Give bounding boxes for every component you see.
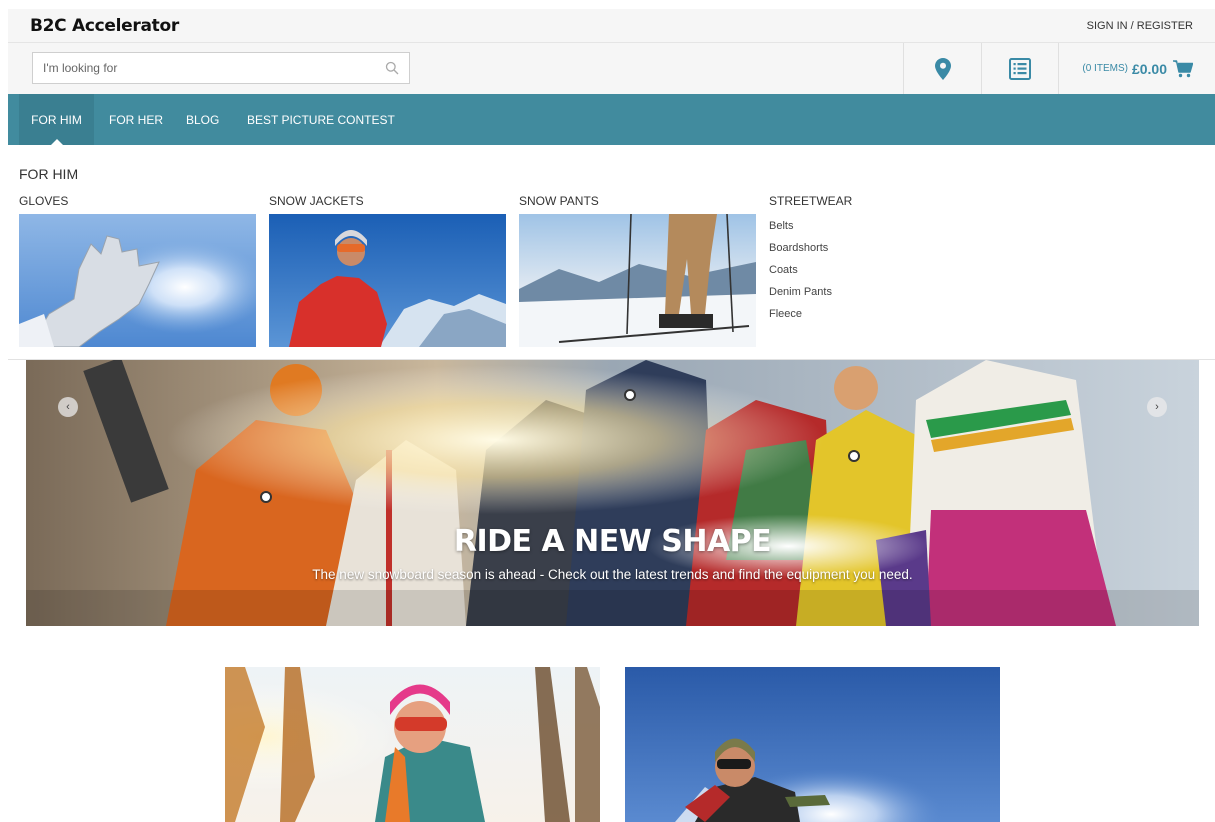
promo-image-snowboarder [625,667,1000,822]
category-link-snow-jackets[interactable]: SNOW JACKETS [269,194,364,208]
category-link-streetwear[interactable]: STREETWEAR [769,194,852,208]
chevron-left-icon: ‹ [66,401,70,413]
quick-order-button[interactable] [981,43,1058,94]
top-bar: B2C Accelerator SIGN IN / REGISTER [8,9,1215,43]
promo-image-skier-woman [225,667,600,822]
nav-item-label: FOR HIM [31,112,82,127]
subcategory-link-fleece[interactable]: Fleece [769,308,802,320]
hero-subtitle: The new snowboard season is ahead - Chec… [312,567,913,582]
hero-image [26,360,1199,626]
utility-row: (0 ITEMS) £0.00 [8,43,1215,94]
cart-total: £0.00 [1131,60,1167,77]
sign-in-register-link[interactable]: SIGN IN / REGISTER [1087,20,1193,32]
nav-item-label: FOR HER [109,112,163,127]
search-icon[interactable] [385,61,399,75]
promo-tile[interactable] [625,667,1000,822]
store-locator-button[interactable] [903,43,981,94]
gloves-image[interactable] [19,214,256,347]
category-link-snow-pants[interactable]: SNOW PANTS [519,194,599,208]
main-navigation: FOR HIM FOR HER BLOG BEST PICTURE CONTES… [8,94,1215,145]
snow-jackets-image[interactable] [269,214,506,347]
product-hotspot[interactable] [624,389,636,401]
mega-menu-title: FOR HIM [19,166,79,182]
search-input[interactable] [33,53,363,83]
nav-item-blog[interactable]: BLOG [186,94,219,145]
subcategory-link-coats[interactable]: Coats [769,264,798,276]
nav-item-for-her[interactable]: FOR HER [109,94,163,145]
category-link-gloves[interactable]: GLOVES [19,194,68,208]
list-icon [1009,57,1031,80]
site-logo[interactable]: B2C Accelerator [30,16,179,36]
subcategory-link-boardshorts[interactable]: Boardshorts [769,242,828,254]
product-hotspot[interactable] [260,491,272,503]
cart-icon [1173,59,1193,77]
cart-item-count: (0 ITEMS) [1082,63,1128,74]
mega-menu: FOR HIM GLOVES SNOW JACKETS SNOW PANTS S… [8,145,1215,360]
nav-item-for-him[interactable]: FOR HIM [19,94,94,145]
subcategory-link-belts[interactable]: Belts [769,220,793,232]
subcategory-link-denim-pants[interactable]: Denim Pants [769,286,832,298]
hero-banner[interactable]: ‹ › RIDE A NEW SHAPE The new snowboard s… [26,360,1199,626]
hero-title: RIDE A NEW SHAPE [453,524,772,559]
chevron-right-icon: › [1155,401,1159,413]
snow-pants-image[interactable] [519,214,756,347]
promo-tile[interactable] [225,667,600,822]
nav-item-label: BEST PICTURE CONTEST [247,112,395,127]
page: B2C Accelerator SIGN IN / REGISTER I'm l… [0,0,1215,822]
nav-item-best-picture-contest[interactable]: BEST PICTURE CONTEST [247,94,395,145]
carousel-prev-button[interactable]: ‹ [58,397,78,417]
location-pin-icon [934,57,951,80]
product-hotspot[interactable] [848,450,860,462]
search-box [32,52,410,84]
nav-item-label: BLOG [186,112,220,127]
carousel-next-button[interactable]: › [1147,397,1167,417]
mini-cart-button[interactable]: (0 ITEMS) £0.00 [1058,43,1215,94]
